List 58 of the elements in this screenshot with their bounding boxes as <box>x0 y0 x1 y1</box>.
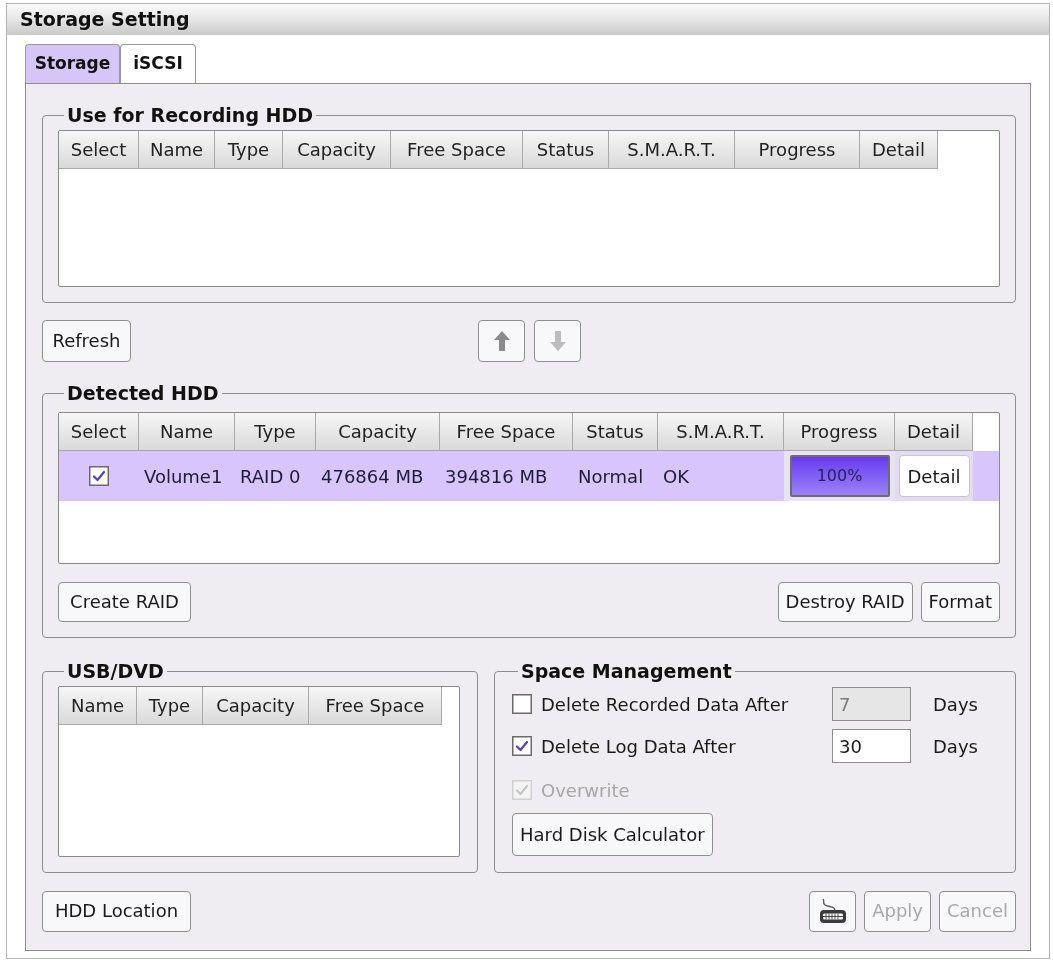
column-header: Name <box>139 413 235 451</box>
move-up-button[interactable] <box>478 320 525 362</box>
column-header: Name <box>59 687 137 725</box>
column-header: Free Space <box>391 131 523 169</box>
column-header: Progress <box>784 413 895 451</box>
progress-reading: 100% <box>816 465 863 487</box>
column-header: Status <box>523 131 609 169</box>
column-header: S.M.A.R.T. <box>609 131 735 169</box>
table-cell-text: Normal <box>577 464 645 489</box>
table-cell-text: Volume1 <box>143 464 224 489</box>
arrow-down-icon <box>549 331 566 351</box>
column-header: Detail <box>895 413 973 451</box>
column-header: Progress <box>735 131 860 169</box>
column-header: Detail <box>860 131 938 169</box>
column-header: Free Space <box>440 413 573 451</box>
option-label: Delete Log Data After <box>541 734 737 759</box>
checkbox[interactable] <box>512 694 532 714</box>
keyboard-button[interactable] <box>809 890 857 932</box>
column-header: Select <box>59 131 139 169</box>
hdd-location-button[interactable]: HDD Location <box>42 890 191 932</box>
calculator-button[interactable]: Hard Disk Calculator <box>512 813 713 856</box>
table-row[interactable]: Volume1 RAID 0 476864 MB 394816 MB Normal OK 100% Detail <box>59 451 999 501</box>
detail-button[interactable]: Detail <box>898 455 970 497</box>
group-title: Use for Recording HDD <box>66 104 315 126</box>
column-header: Free Space <box>309 687 442 725</box>
unit-label: Days <box>933 734 978 759</box>
refresh-button[interactable]: Refresh <box>42 320 131 362</box>
keyboard-icon <box>818 898 847 924</box>
column-header: Capacity <box>316 413 440 451</box>
group-title: USB/DVD <box>66 660 165 682</box>
column-header: Select <box>59 413 139 451</box>
group-title: Space Management <box>520 660 733 682</box>
option-label: Overwrite <box>541 778 630 803</box>
column-header: Type <box>235 413 316 451</box>
create-raid-button[interactable]: Create RAID <box>58 582 191 622</box>
column-header: Type <box>215 131 283 169</box>
days-field[interactable]: 30 <box>832 729 911 763</box>
arrow-up-icon <box>493 331 510 351</box>
column-header: Type <box>137 687 203 725</box>
destroy-raid-button[interactable]: Destroy RAID <box>777 582 913 622</box>
column-header: S.M.A.R.T. <box>658 413 784 451</box>
column-header: Status <box>573 413 658 451</box>
option-label: Delete Recorded Data After <box>541 692 790 717</box>
tab[interactable]: Storage <box>25 44 120 83</box>
table-cell-text: 476864 MB <box>320 464 425 489</box>
unit-label: Days <box>933 692 978 717</box>
checkbox[interactable] <box>89 466 109 486</box>
table-cell-text: OK <box>662 464 690 489</box>
tab[interactable]: iSCSI <box>120 44 196 83</box>
checkbox[interactable] <box>512 736 532 756</box>
table-cell-text: 394816 MB <box>444 464 549 489</box>
window-title: Storage Setting <box>20 7 190 33</box>
table-cell-text: RAID 0 <box>239 464 302 489</box>
column-header: Capacity <box>203 687 309 725</box>
column-header: Capacity <box>283 131 391 169</box>
column-header: Name <box>139 131 215 169</box>
format-button[interactable]: Format <box>920 582 1000 622</box>
group-title: Detected HDD <box>66 382 220 404</box>
